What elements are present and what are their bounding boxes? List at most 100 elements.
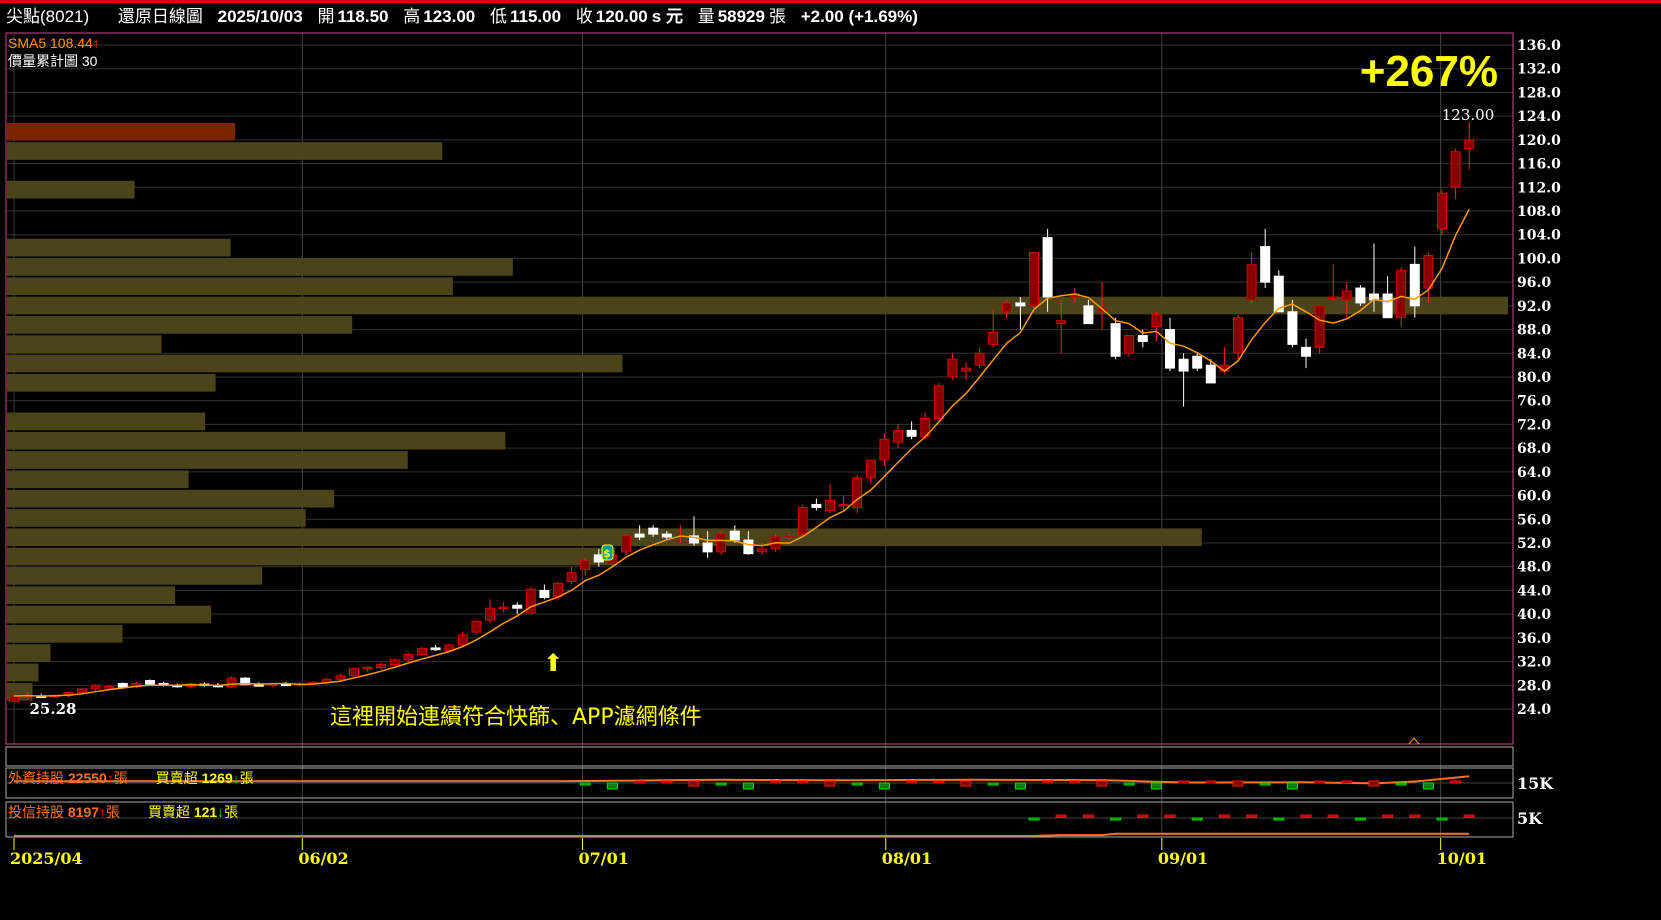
candle-body (580, 560, 591, 571)
candle-body (648, 527, 659, 535)
y-tick-label: 100.0 (1517, 251, 1561, 267)
foreign-net-bar (661, 780, 673, 784)
sub-tick-label: 15K (1517, 774, 1554, 793)
foreign-up-arrow-icon: ↑ (107, 770, 114, 786)
candle-body (145, 680, 155, 685)
trust-net-bar (1409, 814, 1421, 818)
foreign-net-bar (906, 780, 918, 784)
volume-profile-bar (7, 586, 176, 605)
candle-body (1178, 358, 1189, 372)
y-tick-label: 64.0 (1517, 465, 1551, 481)
foreign-net-bar (1368, 780, 1380, 787)
candle-body (1165, 329, 1175, 369)
candle-body (335, 675, 346, 680)
foreign-net-bar (933, 780, 945, 784)
candle-body (90, 684, 101, 690)
x-tick-label: 08/01 (882, 849, 932, 868)
empty-subpanel (5, 746, 1514, 767)
volume-profile-bar (7, 547, 615, 566)
candle-body (1450, 151, 1461, 188)
candle-body (729, 530, 740, 541)
foreign-net-bar (1395, 782, 1407, 786)
candle-body (893, 429, 903, 443)
candle-body (471, 620, 482, 633)
candle-body (1029, 252, 1039, 307)
volume-profile-bar (7, 180, 135, 199)
foreign-down-arrow-icon: ↓ (233, 770, 240, 786)
foreign-net-bar (1314, 780, 1326, 784)
y-tick-label: 112.0 (1517, 180, 1561, 196)
volume-profile-bar (7, 470, 189, 489)
candle-body (947, 358, 958, 378)
volume-profile-bar (7, 373, 216, 392)
candle-body (403, 653, 414, 661)
trust-net-bar (1327, 814, 1339, 818)
trust-net-bar (1055, 814, 1067, 818)
foreign-net-bar (742, 782, 754, 790)
candle-body (1042, 237, 1053, 298)
candle-body (1192, 355, 1203, 369)
trust-down-arrow-icon: ↓ (217, 804, 224, 820)
y-tick-label: 44.0 (1517, 583, 1551, 599)
candle-body (1437, 192, 1447, 230)
candle-body (1355, 287, 1366, 304)
y-tick-label: 52.0 (1517, 536, 1551, 552)
x-tick-label: 07/01 (578, 849, 628, 868)
volume-profile-bar (7, 509, 306, 527)
y-tick-label: 92.0 (1517, 299, 1551, 315)
y-tick-label: 60.0 (1517, 489, 1551, 505)
candle-body (362, 667, 373, 670)
trust-net-bar (1110, 817, 1122, 821)
stock-chart[interactable]: 136.0 132.0 128.0 124.0 120.0 116.0 112.0 108.0… (0, 0, 1661, 920)
trust-net-bar (1164, 814, 1176, 818)
candle-body (1341, 290, 1352, 301)
candle-body (933, 385, 944, 419)
trust-net-bar (1246, 814, 1258, 818)
candle-body (825, 499, 835, 511)
x-tick-label: 06/02 (298, 849, 348, 868)
y-tick-label: 80.0 (1517, 370, 1551, 386)
candle-body (376, 664, 387, 668)
foreign-net-bar (579, 782, 591, 786)
candle-body (1301, 346, 1311, 357)
volume-profile-bar (7, 315, 353, 334)
trust-net-bar (1354, 817, 1366, 821)
y-tick-label: 76.0 (1517, 394, 1551, 410)
high-price-label: 123.00 (1442, 106, 1495, 124)
candle-body (1233, 317, 1243, 354)
foreign-net-bar (1259, 782, 1271, 786)
volume-profile-bar (7, 644, 51, 662)
volume-profile-bar (7, 142, 443, 160)
y-tick-label: 88.0 (1517, 323, 1551, 339)
foreign-net-bar (1096, 780, 1108, 787)
foreign-net-bar (1422, 782, 1434, 790)
y-tick-label: 132.0 (1517, 62, 1561, 78)
svg-text:$: $ (603, 547, 611, 560)
trust-net-bar (1137, 814, 1149, 818)
foreign-net-bar (851, 782, 863, 786)
foreign-net-bar (1205, 780, 1217, 784)
candle-body (539, 589, 550, 599)
y-tick-label: 136.0 (1517, 38, 1561, 54)
foreign-holdings-label: 外資持股 22550↑張 買賣超 1269↓張 (8, 770, 254, 786)
candle-body (430, 647, 441, 651)
y-tick-label: 56.0 (1517, 512, 1551, 528)
trust-net-bar (1436, 817, 1448, 821)
foreign-net-bar (1286, 782, 1298, 790)
candle-body (349, 668, 359, 677)
sma5-label: SMA5 108.44↑ (8, 35, 100, 51)
candle-body (1015, 302, 1026, 307)
candle-body (104, 685, 115, 689)
y-tick-label: 96.0 (1517, 275, 1551, 291)
foreign-net-bar (797, 780, 809, 784)
candle-body (702, 542, 713, 553)
trust-net-bar (1218, 814, 1230, 818)
foreign-net-bar (606, 782, 618, 790)
candle-body (512, 604, 523, 609)
candle-body (226, 677, 237, 687)
candle-body (1137, 335, 1148, 342)
foreign-net-bar (1178, 780, 1190, 784)
candle-body (1056, 320, 1067, 325)
y-tick-label: 128.0 (1517, 85, 1561, 101)
candle-body (865, 459, 876, 479)
